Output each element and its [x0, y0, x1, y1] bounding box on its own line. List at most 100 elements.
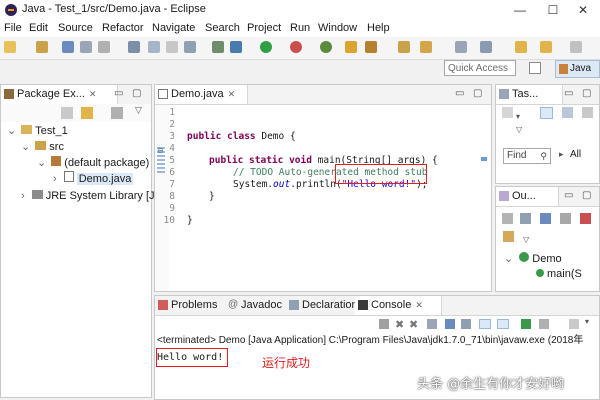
minimize-view-icon[interactable]: ▭: [564, 88, 573, 99]
chevron-down-icon[interactable]: ▽: [523, 235, 529, 244]
menu-project[interactable]: Project: [247, 22, 281, 34]
hide-static-icon[interactable]: [560, 213, 571, 224]
tree-item-demo-java[interactable]: › Demo.java: [53, 171, 134, 187]
chevron-down-icon[interactable]: ▽: [135, 105, 142, 116]
back-icon[interactable]: [540, 41, 552, 53]
minimize-view-icon[interactable]: ▭: [455, 88, 464, 99]
tree-item-src[interactable]: ⌄ src: [21, 139, 64, 155]
close-icon[interactable]: ✕: [89, 89, 97, 99]
remove-all-icon[interactable]: ✖: [409, 318, 418, 331]
code-area[interactable]: 1 2 3 public class Demo { 4 5 public stati…: [155, 107, 475, 291]
find-input[interactable]: Find ⚲: [503, 148, 551, 164]
quick-access-input[interactable]: Quick Access: [444, 60, 516, 76]
all-filter-link[interactable]: All: [570, 149, 581, 160]
tab-demo-java[interactable]: Demo.java ✕: [155, 85, 248, 104]
outline-icon[interactable]: [184, 41, 196, 53]
word-wrap-icon[interactable]: [461, 319, 471, 329]
remove-launch-icon[interactable]: ✖: [395, 318, 404, 331]
line-number: 10: [163, 215, 175, 226]
save-icon[interactable]: [62, 41, 74, 53]
close-icon[interactable]: ✕: [415, 300, 423, 310]
scroll-lock-icon[interactable]: [445, 319, 455, 329]
toggle-icon[interactable]: [128, 41, 140, 53]
skip-icon[interactable]: [166, 41, 178, 53]
terminate-icon[interactable]: [379, 319, 389, 329]
task-icon[interactable]: [420, 41, 432, 53]
profile-icon[interactable]: [230, 41, 242, 53]
save-all-icon[interactable]: [80, 41, 92, 53]
maximize-view-icon[interactable]: ▢: [582, 88, 591, 99]
hide-nonpublic-icon[interactable]: [580, 213, 591, 224]
new-task-icon[interactable]: [502, 107, 513, 118]
hide-local-types-icon[interactable]: [503, 231, 514, 242]
tab-problems[interactable]: Problems: [155, 296, 230, 315]
menu-search[interactable]: Search: [205, 22, 240, 34]
hide-fields-icon[interactable]: [540, 213, 551, 224]
categorize-icon[interactable]: [540, 107, 553, 119]
last-edit-icon[interactable]: [515, 41, 527, 53]
breakpoint-icon[interactable]: [148, 41, 160, 53]
new-project-icon[interactable]: [36, 41, 48, 53]
menu-refactor[interactable]: Refactor: [102, 22, 144, 34]
debug-icon[interactable]: [212, 41, 224, 53]
minimize-button[interactable]: —: [505, 1, 535, 19]
sort-icon[interactable]: [520, 213, 531, 224]
tab-declaration[interactable]: Declaration: [286, 296, 365, 315]
open-type-icon[interactable]: [365, 41, 377, 53]
new-icon[interactable]: [4, 41, 16, 53]
open-resource-icon[interactable]: [398, 41, 410, 53]
menu-window[interactable]: Window: [318, 22, 357, 34]
view-menu-icon[interactable]: [111, 107, 123, 119]
close-button[interactable]: ✕: [568, 1, 598, 19]
outline-class-demo[interactable]: ⌄ Demo: [504, 251, 562, 267]
coverage-icon[interactable]: [320, 41, 332, 53]
print-icon[interactable]: [98, 41, 110, 53]
chevron-down-icon[interactable]: ▾: [516, 112, 520, 121]
tab-javadoc[interactable]: @ Javadoc: [225, 296, 292, 315]
open-console-icon[interactable]: [569, 319, 579, 329]
clear-console-icon[interactable]: [427, 319, 437, 329]
source-folder-icon: [35, 141, 47, 150]
maximize-view-icon[interactable]: ▢: [132, 88, 141, 99]
filter-icon[interactable]: [562, 107, 573, 118]
collapse-all-icon[interactable]: [61, 107, 73, 119]
link-editor-icon[interactable]: [81, 107, 93, 119]
menu-edit[interactable]: Edit: [29, 22, 48, 34]
menu-navigate[interactable]: Navigate: [152, 22, 195, 34]
chevron-down-icon[interactable]: ▽: [516, 125, 522, 134]
tab-console[interactable]: Console ✕: [355, 296, 442, 315]
display-console-icon[interactable]: [539, 319, 549, 329]
menu-file[interactable]: File: [4, 22, 22, 34]
maximize-view-icon[interactable]: ▢: [473, 88, 482, 99]
outline-method-main[interactable]: main(S: [536, 266, 582, 282]
prev-annotation-icon[interactable]: [480, 41, 492, 53]
external-tools-icon[interactable]: [290, 41, 302, 53]
tab-package-explorer[interactable]: Package Ex... ✕: [1, 85, 118, 104]
tab-task-list[interactable]: Tas...: [496, 85, 563, 104]
java-perspective-button[interactable]: Java: [555, 60, 600, 78]
menu-source[interactable]: Source: [58, 22, 93, 34]
close-icon[interactable]: ✕: [228, 89, 236, 99]
menu-run[interactable]: Run: [290, 22, 310, 34]
show-stdout-icon[interactable]: [479, 319, 491, 329]
collapse-all-icon[interactable]: [502, 213, 513, 224]
tree-item-test1[interactable]: ⌄ Test_1: [7, 123, 68, 139]
show-stderr-icon[interactable]: [497, 319, 509, 329]
menu-help[interactable]: Help: [367, 22, 390, 34]
run-icon[interactable]: [260, 41, 272, 53]
chevron-down-icon[interactable]: ▾: [585, 317, 589, 326]
tab-outline[interactable]: Ou...: [496, 187, 559, 206]
forward-icon[interactable]: [570, 41, 582, 53]
tree-item-jre[interactable]: › JRE System Library [J: [21, 188, 155, 204]
pin-console-icon[interactable]: [521, 319, 531, 329]
maximize-button[interactable]: ☐: [538, 1, 568, 19]
next-annotation-icon[interactable]: [455, 41, 467, 53]
tree-item-default-package[interactable]: ⌄ (default package): [37, 155, 149, 171]
new-class-icon[interactable]: [345, 41, 357, 53]
view-menu-icon[interactable]: [582, 107, 593, 118]
tree-label: (default package): [64, 157, 150, 169]
minimize-view-icon[interactable]: ▭: [114, 88, 123, 99]
maximize-view-icon[interactable]: ▢: [582, 190, 591, 201]
minimize-view-icon[interactable]: ▭: [564, 190, 573, 201]
open-perspective-icon[interactable]: [529, 62, 541, 74]
